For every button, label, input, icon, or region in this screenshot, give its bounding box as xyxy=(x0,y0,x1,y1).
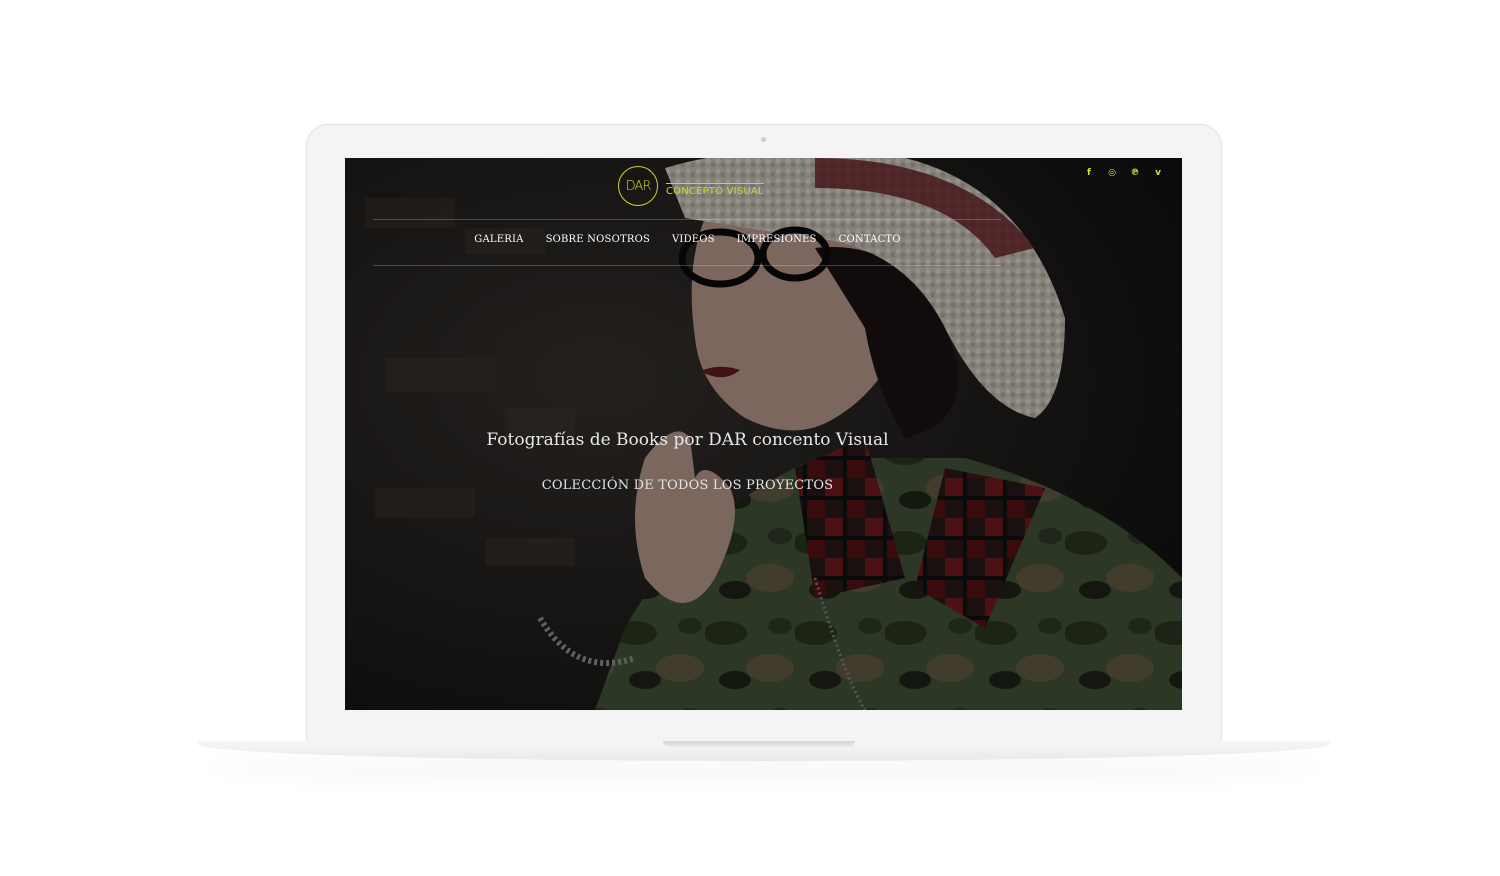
nav-item-galeria[interactable]: GALERIA xyxy=(474,234,523,245)
laptop-notch xyxy=(663,741,855,747)
nav-item-contacto[interactable]: CONTACTO xyxy=(839,234,901,245)
site-logo[interactable]: DAR CONCEPTO VISUAL xyxy=(618,162,764,210)
nav-divider-top xyxy=(373,219,1001,220)
logo-text: CONCEPTO VISUAL xyxy=(666,183,764,197)
nav-item-impresiones[interactable]: IMPRESIONES xyxy=(737,234,817,245)
logo-mark: DAR xyxy=(618,166,658,206)
vimeo-icon[interactable]: v xyxy=(1152,167,1164,179)
hero-title: Fotografías de Books por DAR concento Vi… xyxy=(486,430,889,450)
nav-item-sobre-nosotros[interactable]: SOBRE NOSOTROS xyxy=(546,234,650,245)
website-screen: DAR CONCEPTO VISUAL f ◎ ℗ v GALERIA SOBR… xyxy=(345,158,1182,710)
camera-dot xyxy=(761,137,766,142)
pinterest-icon[interactable]: ℗ xyxy=(1129,167,1141,179)
hero-subtitle[interactable]: COLECCIÓN DE TODOS LOS PROYECTOS xyxy=(345,478,1030,493)
nav-divider-bottom xyxy=(373,265,1001,266)
nav-item-videos[interactable]: VIDEOS xyxy=(672,234,715,245)
instagram-icon[interactable]: ◎ xyxy=(1106,167,1118,179)
main-nav: GALERIA SOBRE NOSOTROS VIDEOS IMPRESIONE… xyxy=(345,234,1030,245)
facebook-icon[interactable]: f xyxy=(1083,167,1095,179)
social-links: f ◎ ℗ v xyxy=(1083,167,1164,179)
laptop-base xyxy=(198,741,1330,761)
